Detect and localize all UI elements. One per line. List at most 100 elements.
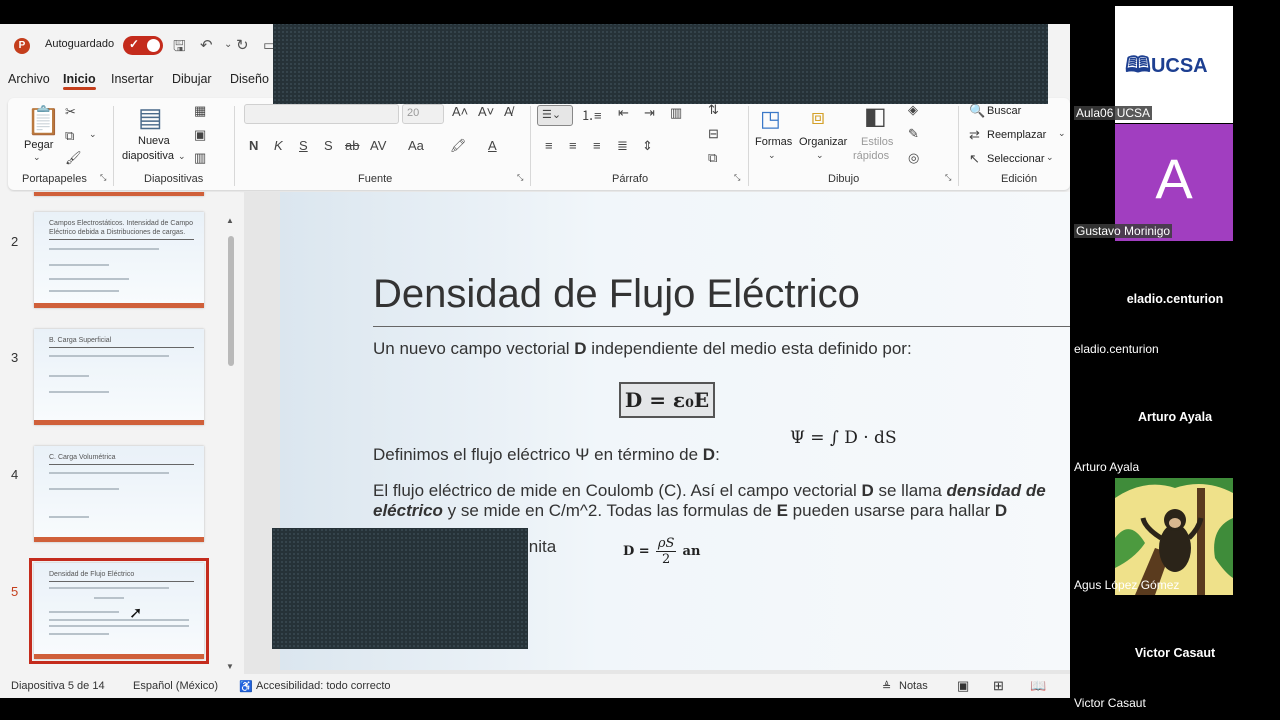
arrange-icon[interactable]: ⧈ <box>811 104 825 130</box>
shape-effects-icon[interactable]: ◎ <box>908 150 919 166</box>
new-slide-label[interactable]: Nueva <box>138 135 170 147</box>
shape-outline-icon[interactable]: ✎ <box>908 126 919 142</box>
slide-thumbnail-5[interactable]: Densidad de Flujo Eléctrico ➚ <box>29 558 209 664</box>
clear-format-icon[interactable]: A̸ <box>504 104 513 119</box>
slide-title[interactable]: Densidad de Flujo Eléctrico <box>373 272 860 317</box>
dialog-launcher-icon[interactable]: ⤡ <box>517 173 523 183</box>
shadow-button[interactable]: S <box>324 138 333 153</box>
shrink-font-icon[interactable]: A˅ <box>478 104 494 119</box>
language-indicator[interactable]: Español (México) <box>133 680 218 692</box>
save-icon[interactable]: 🖫 <box>173 36 186 61</box>
decrease-indent-icon[interactable]: ⇤ <box>618 105 629 121</box>
numbering-icon[interactable]: ⒈≡ <box>581 105 602 124</box>
thumbnail-scrollbar[interactable] <box>228 236 234 366</box>
smartart-icon[interactable]: ⧉ <box>708 150 717 166</box>
font-color-icon[interactable]: A <box>488 138 497 153</box>
select-label[interactable]: Seleccionar <box>987 153 1044 165</box>
dialog-launcher-icon[interactable]: ⤡ <box>734 173 740 183</box>
quick-styles-label[interactable]: Estilos <box>861 136 893 148</box>
section-icon[interactable]: ▥ <box>194 150 206 166</box>
new-slide-icon[interactable]: ▤ <box>138 102 163 133</box>
align-text-icon[interactable]: ⊟ <box>708 126 719 142</box>
font-size-select[interactable]: 20 <box>402 104 444 124</box>
chevron-down-icon[interactable]: ⌄ <box>816 150 824 161</box>
shapes-icon[interactable]: ◳ <box>760 106 781 132</box>
tab-archivo[interactable]: Archivo <box>8 72 50 86</box>
search-icon[interactable]: 🔍 <box>969 103 985 119</box>
replace-icon[interactable]: ⇄ <box>969 127 980 143</box>
tab-dibujar[interactable]: Dibujar <box>172 72 212 86</box>
dialog-launcher-icon[interactable]: ⤡ <box>945 173 951 183</box>
slide-paragraph-3[interactable]: El flujo eléctrico de mide en Coulomb (C… <box>373 481 1046 501</box>
strikethrough-button[interactable]: ab <box>345 138 359 153</box>
columns-icon[interactable]: ▥ <box>670 105 682 121</box>
italic-button[interactable]: K <box>274 138 283 153</box>
undo-dropdown-icon[interactable]: ⌄ <box>224 39 232 50</box>
chevron-down-icon[interactable]: ⌄ <box>768 150 776 161</box>
align-left-icon[interactable]: ≡ <box>545 138 553 153</box>
autosave-toggle[interactable]: ✓ <box>123 36 163 55</box>
redo-icon[interactable]: ↻ <box>236 36 249 54</box>
slide-sorter-icon[interactable]: ⊞ <box>993 678 1004 694</box>
scroll-up-icon[interactable]: ▲ <box>226 216 234 225</box>
justify-icon[interactable]: ≣ <box>617 138 628 154</box>
underline-button[interactable]: S <box>299 138 308 153</box>
slide-paragraph-4-fragment[interactable]: inita <box>525 537 556 557</box>
notes-button[interactable]: Notas <box>899 680 928 692</box>
layout-icon[interactable]: ▦ <box>194 103 206 119</box>
quick-styles-label-2[interactable]: rápidos <box>853 150 889 162</box>
tab-inicio[interactable]: Inicio <box>63 72 96 90</box>
tab-insertar[interactable]: Insertar <box>111 72 153 86</box>
find-label[interactable]: Buscar <box>987 105 1021 117</box>
undo-icon[interactable]: ↶ <box>200 36 213 54</box>
new-slide-label-2[interactable]: diapositiva <box>122 150 174 162</box>
grow-font-icon[interactable]: A˄ <box>452 104 468 119</box>
align-center-icon[interactable]: ≡ <box>569 138 577 153</box>
paste-icon[interactable]: 📋 <box>26 104 61 137</box>
shapes-label[interactable]: Formas <box>755 136 792 148</box>
equation-sheet-charge[interactable]: D = ρS 2 an <box>623 536 700 567</box>
normal-view-icon[interactable]: ▣ <box>957 678 969 694</box>
reset-icon[interactable]: ▣ <box>194 127 206 143</box>
tab-diseno[interactable]: Diseño <box>230 72 269 86</box>
slide-paragraph-1[interactable]: Un nuevo campo vectorial D independiente… <box>373 339 912 359</box>
slide-thumbnail-3[interactable]: B. Carga Superficial <box>34 329 204 425</box>
text-direction-icon[interactable]: ⇅ <box>708 102 719 118</box>
chevron-down-icon[interactable]: ⌄ <box>89 129 97 140</box>
copy-icon[interactable]: ⧉ <box>65 128 74 144</box>
chevron-down-icon[interactable]: ⌄ <box>33 152 41 163</box>
change-case-button[interactable]: Aa <box>408 138 424 153</box>
slide-thumbnail-2[interactable]: Campos Electrostáticos. Intensidad de Ca… <box>34 212 204 308</box>
format-painter-icon[interactable]: 🖌 <box>65 150 82 166</box>
arrange-label[interactable]: Organizar <box>799 136 847 148</box>
chevron-down-icon[interactable]: ⌄ <box>1058 128 1066 139</box>
notes-icon[interactable]: ≜ <box>882 680 891 693</box>
cursor-icon[interactable]: ↖ <box>969 151 980 167</box>
increase-indent-icon[interactable]: ⇥ <box>644 105 655 121</box>
quick-styles-icon[interactable]: ◧ <box>864 102 887 131</box>
chevron-down-icon[interactable]: ⌄ <box>1046 152 1054 163</box>
font-name-select[interactable] <box>244 104 399 124</box>
slide-paragraph-2[interactable]: Definimos el flujo eléctrico Ψ en términ… <box>373 445 720 465</box>
char-spacing-button[interactable]: AV <box>370 138 386 153</box>
paste-label[interactable]: Pegar <box>24 139 53 151</box>
chevron-down-icon[interactable]: ⌄ <box>178 151 186 162</box>
slide-thumbnail-1[interactable] <box>34 192 204 196</box>
accessibility-status[interactable]: Accesibilidad: todo correcto <box>256 680 391 692</box>
reading-view-icon[interactable]: 📖 <box>1030 678 1046 694</box>
cut-icon[interactable]: ✂ <box>65 104 76 120</box>
shape-fill-icon[interactable]: ◈ <box>908 102 918 118</box>
equation-flux[interactable]: Ψ = ∫ D · dS <box>790 428 897 448</box>
align-right-icon[interactable]: ≡ <box>593 138 601 153</box>
bullets-icon[interactable]: ☰⌄ <box>537 105 573 126</box>
highlight-icon[interactable]: 🖍 <box>450 138 467 154</box>
slide-paragraph-3b[interactable]: eléctrico y se mide en C/m^2. Todas las … <box>373 501 1007 521</box>
line-spacing-icon[interactable]: ⇕ <box>642 138 653 154</box>
replace-label[interactable]: Reemplazar <box>987 129 1046 141</box>
bold-button[interactable]: N <box>249 138 258 153</box>
slide-thumbnail-4[interactable]: C. Carga Volumétrica <box>34 446 204 542</box>
accessibility-icon[interactable]: ♿ <box>239 680 253 693</box>
dialog-launcher-icon[interactable]: ⤡ <box>100 173 106 183</box>
equation-d-eps-e[interactable]: D = ε₀E <box>619 382 715 418</box>
scroll-down-icon[interactable]: ▼ <box>226 662 234 671</box>
